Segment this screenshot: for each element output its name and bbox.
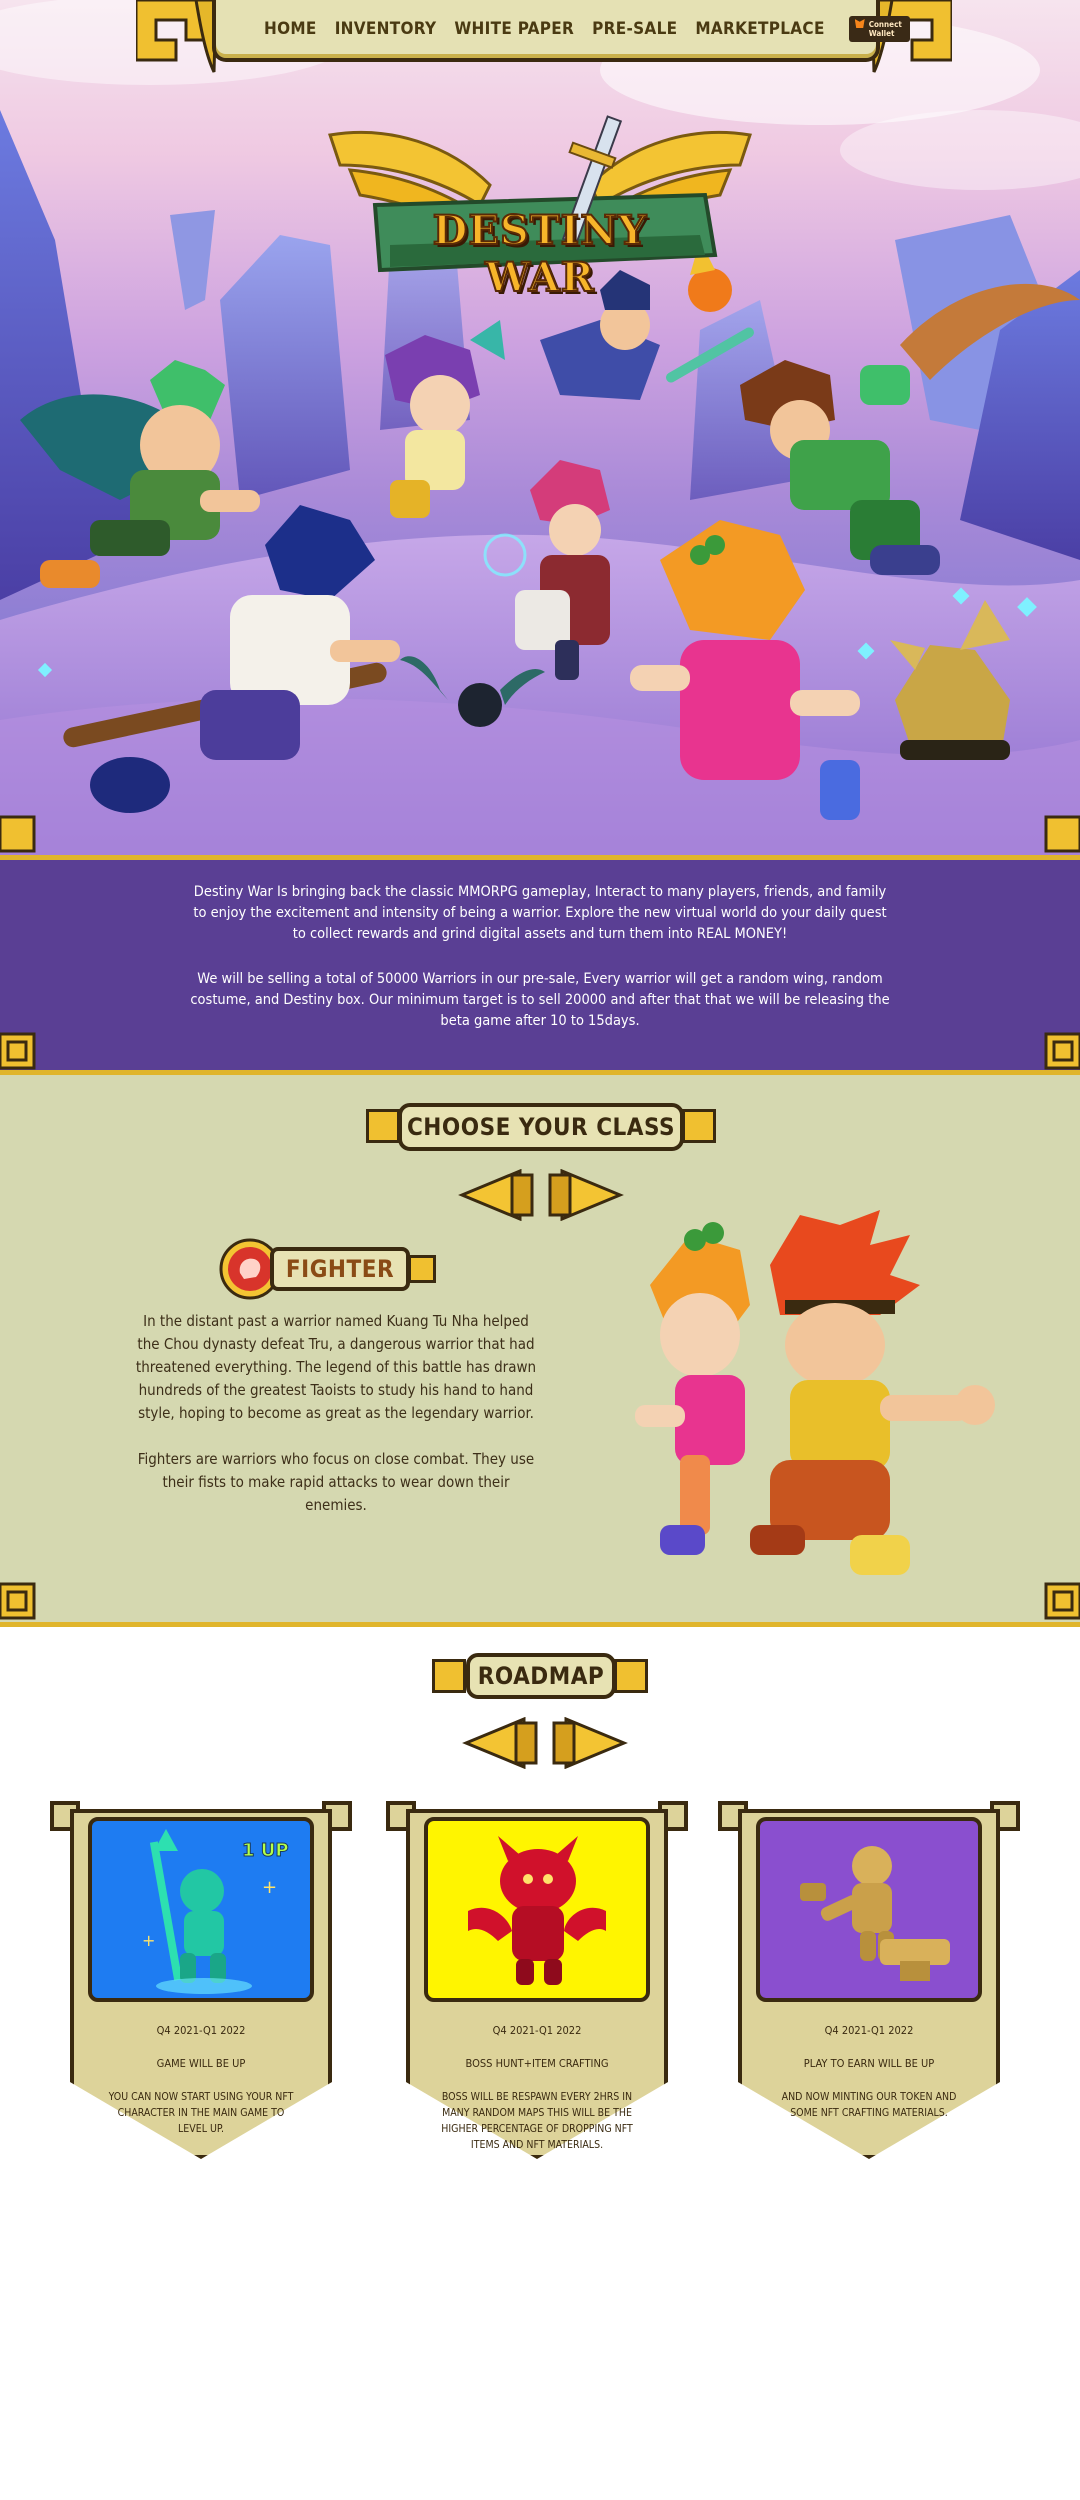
roadmap-banner-cap-right xyxy=(614,1659,648,1693)
nav-pre-sale[interactable]: PRE-SALE xyxy=(592,19,677,39)
class-next-arrow[interactable] xyxy=(546,1169,624,1221)
card-date: Q4 2021-Q1 2022 xyxy=(824,2024,914,2037)
metamask-fox-icon xyxy=(854,19,865,28)
card-description: AND NOW MINTING OUR TOKEN AND SOME NFT C… xyxy=(781,2091,957,2119)
choose-class-banner: CHOOSE YOUR CLASS xyxy=(398,1103,684,1151)
fighter-banner-cap xyxy=(408,1255,436,1283)
connect-wallet-label: Connect Wallet xyxy=(868,20,902,38)
green-warrior-art: 1 UP + + xyxy=(142,1829,289,1994)
nav-home[interactable]: HOME xyxy=(264,19,317,39)
card-date: Q4 2021-Q1 2022 xyxy=(492,2024,582,2037)
fighter-role: Fighters are warriors who focus on close… xyxy=(137,1450,535,1514)
plus-sparkle: + xyxy=(142,1931,155,1950)
roadmap-card-2: Q4 2021-Q1 2022 BOSS HUNT+ITEM CRAFTING … xyxy=(386,1801,688,2169)
roadmap-card-1: 1 UP + + Q4 2021-Q1 2022 GAME WILL BE UP… xyxy=(50,1801,352,2169)
card-date: Q4 2021-Q1 2022 xyxy=(156,2024,246,2037)
roadmap-next-arrow[interactable] xyxy=(550,1717,628,1769)
golden-smith-art xyxy=(800,1846,950,1981)
roadmap-banner: ROADMAP xyxy=(466,1653,616,1699)
card-description: BOSS WILL BE RESPAWN EVERY 2HRS IN MANY … xyxy=(441,2091,633,2151)
nav-corner-left xyxy=(136,0,216,73)
class-corner-ornaments xyxy=(0,1582,1080,1620)
card-3-illustration xyxy=(756,1817,982,2002)
roadmap-banner-cap-left xyxy=(432,1659,466,1693)
intro-paragraph-1: Destiny War Is bringing back the classic… xyxy=(193,884,887,942)
one-up-badge: 1 UP xyxy=(242,1840,289,1861)
intro-corner-ornaments xyxy=(0,1032,1080,1070)
fighter-lore: In the distant past a warrior named Kuan… xyxy=(135,1312,537,1422)
roadmap-heading: ROADMAP xyxy=(477,1662,605,1690)
class-banner-cap-left xyxy=(366,1109,400,1143)
card-1-illustration: 1 UP + + xyxy=(88,1817,314,2002)
card-description: YOU CAN NOW START USING YOUR NFT CHARACT… xyxy=(108,2091,294,2135)
top-navigation: HOME INVENTORY WHITE PAPER PRE-SALE MARK… xyxy=(212,0,910,62)
fighter-class-name: FIGHTER xyxy=(285,1255,395,1283)
card-title: BOSS HUNT+ITEM CRAFTING xyxy=(465,2057,609,2070)
card-title: GAME WILL BE UP xyxy=(156,2057,246,2070)
logo-title: DESTINY WAR xyxy=(432,206,648,302)
fighter-characters-art xyxy=(635,1210,995,1575)
nav-marketplace[interactable]: MARKETPLACE xyxy=(695,19,824,39)
game-logo: DESTINY WAR xyxy=(320,95,760,302)
card-2-illustration xyxy=(424,1817,650,2002)
choose-class-section: CHOOSE YOUR CLASS FIGHTER In the distant… xyxy=(0,1075,1080,1627)
class-prev-arrow[interactable] xyxy=(458,1169,536,1221)
fighter-description: In the distant past a warrior named Kuan… xyxy=(134,1310,538,1517)
intro-paragraph-2: We will be selling a total of 50000 Warr… xyxy=(190,971,890,1029)
fighter-label-banner: FIGHTER xyxy=(270,1247,410,1291)
roadmap-card-3: Q4 2021-Q1 2022 PLAY TO EARN WILL BE UP … xyxy=(718,1801,1020,2169)
hero-banner: DESTINY WAR xyxy=(0,0,1080,855)
plus-sparkle: + xyxy=(262,1877,277,1898)
choose-class-heading: CHOOSE YOUR CLASS xyxy=(406,1113,676,1141)
nav-white-paper[interactable]: WHITE PAPER xyxy=(454,19,574,39)
connect-wallet-button[interactable]: Connect Wallet xyxy=(848,16,910,42)
roadmap-section: ROADMAP 1 UP + + Q4 2021-Q1 2022 GAME WI… xyxy=(0,1627,1080,2500)
nav-inventory[interactable]: INVENTORY xyxy=(335,19,437,39)
roadmap-prev-arrow[interactable] xyxy=(462,1717,540,1769)
red-boss-art xyxy=(468,1836,606,1985)
class-banner-cap-right xyxy=(682,1109,716,1143)
card-title: PLAY TO EARN WILL BE UP xyxy=(803,2057,935,2070)
